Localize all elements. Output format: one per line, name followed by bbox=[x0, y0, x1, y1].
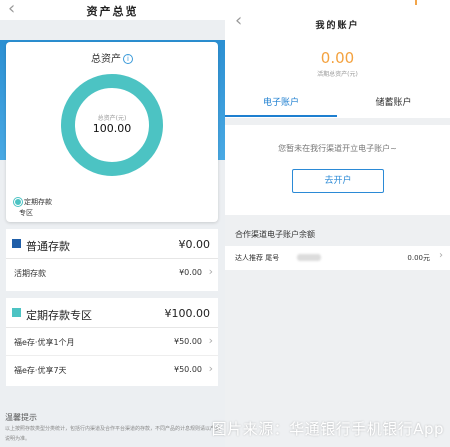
chevron-right-icon: › bbox=[208, 334, 213, 347]
section-amount: ¥100.00 bbox=[164, 307, 211, 320]
list-item-amount: ¥0.00 bbox=[179, 268, 202, 277]
total-asset-title: 总资产 i bbox=[6, 50, 218, 65]
donut-center-label: 总资产(元) bbox=[97, 115, 127, 122]
current-deposit-header: 普通存款 ¥0.00 bbox=[6, 229, 218, 259]
square-marker-icon bbox=[12, 308, 21, 317]
partner-account-amount: 0.00元 bbox=[407, 254, 430, 262]
list-item[interactable]: 福e存·优享1个月 ¥50.00 › bbox=[6, 328, 218, 356]
right-page-title: 我的账户 bbox=[315, 21, 360, 31]
balance-amount: 0.00 bbox=[320, 49, 355, 67]
list-item-amount: ¥50.00 bbox=[174, 365, 202, 374]
tab-electronic-account[interactable]: 电子账户 bbox=[225, 95, 337, 108]
list-item-label: 福e存·优享7天 bbox=[14, 366, 67, 375]
account-tabs: 电子账户 储蓄账户 bbox=[225, 88, 450, 118]
chevron-right-icon: › bbox=[208, 265, 213, 278]
left-page-title: 资产总览 bbox=[86, 5, 139, 18]
list-item-amount: ¥50.00 bbox=[174, 337, 202, 346]
legend-label: 定期存款 bbox=[24, 198, 52, 206]
partner-account-label: 达人推荐 尾号 bbox=[235, 254, 280, 262]
section-amount: ¥0.00 bbox=[178, 238, 211, 251]
section-title: 定期存款专区 bbox=[26, 309, 92, 322]
asset-overview-screen: ‹ 资产总览 总资产 i 总资产(元) 100.00 定期存款 专区 普通存款 ¥… bbox=[0, 0, 225, 447]
legend-dot-icon bbox=[14, 198, 22, 206]
masked-account-number bbox=[297, 254, 321, 261]
info-icon[interactable]: i bbox=[123, 54, 133, 64]
my-account-screen: ‹ 我的账户 0.00 活期总资产(元) 电子账户 储蓄账户 您暂未在我行渠道开… bbox=[225, 0, 450, 447]
tab-savings-account[interactable]: 储蓄账户 bbox=[337, 95, 450, 108]
section-title: 普通存款 bbox=[26, 240, 70, 253]
current-deposit-section: 普通存款 ¥0.00 活期存款 ¥0.00 › bbox=[6, 229, 218, 291]
list-item[interactable]: 福e存·优享7天 ¥50.00 › bbox=[6, 356, 218, 384]
donut-center-value: 100.00 bbox=[92, 122, 132, 135]
status-indicator bbox=[415, 0, 417, 5]
list-item-label: 活期存款 bbox=[14, 269, 46, 278]
list-item[interactable]: 活期存款 ¥0.00 › bbox=[6, 259, 218, 287]
list-item-label: 福e存·优享1个月 bbox=[14, 338, 75, 347]
left-header: ‹ 资产总览 bbox=[0, 0, 225, 20]
list-item[interactable]: 达人推荐 尾号 0.00元 › bbox=[225, 246, 450, 270]
total-asset-card: 总资产 i 总资产(元) 100.00 定期存款 专区 bbox=[6, 42, 218, 222]
partner-balance-title: 合作渠道电子账户余额 bbox=[235, 230, 315, 239]
balance-label: 活期总资产(元) bbox=[317, 71, 358, 78]
source-watermark: 图片来源：华通银行手机银行App bbox=[0, 414, 450, 447]
square-marker-icon bbox=[12, 239, 21, 248]
fixed-deposit-section: 定期存款专区 ¥100.00 福e存·优享1个月 ¥50.00 › 福e存·优享… bbox=[6, 298, 218, 386]
empty-state-message: 您暂未在我行渠道开立电子账户~ bbox=[278, 144, 397, 153]
legend-sub-label: 专区 bbox=[19, 209, 33, 217]
balance-summary: 0.00 活期总资产(元) bbox=[225, 45, 450, 88]
active-tab-indicator bbox=[225, 115, 337, 117]
watermark-text: 图片来源：华通银行手机银行App bbox=[211, 420, 444, 438]
chevron-right-icon: › bbox=[208, 362, 213, 375]
empty-state-card: 您暂未在我行渠道开立电子账户~ 去开户 bbox=[225, 125, 450, 215]
fixed-deposit-header: 定期存款专区 ¥100.00 bbox=[6, 298, 218, 328]
chevron-right-icon: › bbox=[439, 250, 443, 261]
open-account-button[interactable]: 去开户 bbox=[292, 169, 384, 193]
right-header: ‹ 我的账户 bbox=[225, 0, 450, 45]
